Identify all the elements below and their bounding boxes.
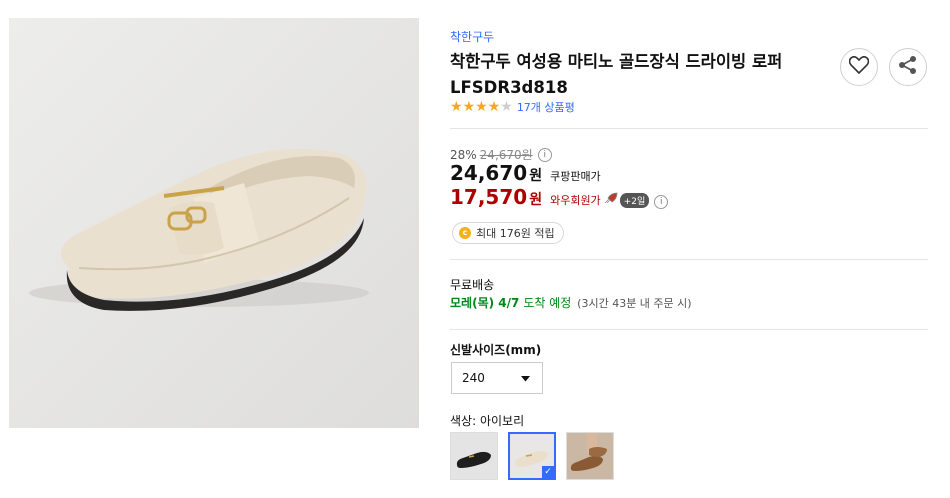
color-thumb-ivory[interactable]: ✓ <box>508 432 556 480</box>
sale-price: 24,670 <box>450 161 528 185</box>
reward-text: 최대 176원 적립 <box>476 227 555 240</box>
color-label: 색상: <box>450 414 477 428</box>
delivery-badge: +2일 <box>619 193 650 208</box>
star-icon: ★ <box>450 99 463 115</box>
size-option-title: 신발사이즈(mm) <box>450 343 542 357</box>
delivery-arrive: 도착 예정 <box>523 296 572 310</box>
size-select[interactable]: 240 <box>451 362 543 394</box>
review-count-link[interactable]: 17개 상품평 <box>517 99 575 115</box>
star-icon: ★ <box>500 99 513 115</box>
info-icon[interactable]: i <box>654 195 669 209</box>
shipping-row: 모레(목) 4/7 도착 예정 (3시간 43분 내 주문 시) <box>450 294 692 311</box>
share-button[interactable] <box>889 48 927 86</box>
heart-icon <box>848 55 870 78</box>
size-value: 240 <box>462 371 485 385</box>
shipping-title: 무료배송 <box>450 278 495 292</box>
star-icon: ★ <box>475 99 488 115</box>
wow-price: 17,570 <box>450 185 528 209</box>
divider <box>450 259 928 260</box>
sale-price-label: 쿠팡판매가 <box>550 170 601 183</box>
divider <box>450 329 928 330</box>
rating-row[interactable]: ★ ★ ★ ★ ★ 17개 상품평 <box>450 99 575 115</box>
reward-pill[interactable]: c 최대 176원 적립 <box>452 222 564 244</box>
star-icon: ★ <box>487 99 501 115</box>
color-thumb-brown[interactable] <box>566 432 614 480</box>
wow-price-row: 17,570 원 와우회원가 +2일 i <box>450 185 669 209</box>
product-main-image <box>9 18 419 428</box>
delivery-date: 모레(목) 4/7 <box>450 296 520 310</box>
wishlist-button[interactable] <box>840 48 878 86</box>
rocket-icon <box>604 189 618 208</box>
divider <box>450 128 928 129</box>
sale-price-row: 24,670 원 쿠팡판매가 <box>450 161 601 185</box>
brand-link[interactable]: 착한구두 <box>450 28 494 45</box>
dropdown-caret-icon <box>521 371 530 385</box>
color-option-row: 색상: 아이보리 <box>450 412 524 429</box>
wow-price-label: 와우회원가 <box>550 194 601 207</box>
color-thumb-black[interactable] <box>450 432 498 480</box>
sale-price-unit: 원 <box>529 168 543 184</box>
coin-icon: c <box>459 227 471 239</box>
selected-check-icon: ✓ <box>542 466 554 478</box>
share-icon <box>898 55 918 79</box>
delivery-note: (3시간 43분 내 주문 시) <box>577 297 692 310</box>
discount-rate: 28% <box>450 147 477 162</box>
star-icon: ★ <box>462 99 476 115</box>
black-loafer-thumb-image <box>451 433 497 479</box>
brown-loafer-thumb-image <box>567 433 613 479</box>
info-icon[interactable]: i <box>537 147 552 162</box>
wow-price-unit: 원 <box>529 192 543 208</box>
product-title: 착한구두 여성용 마티노 골드장식 드라이빙 로퍼 LFSDR3d818 <box>450 52 783 97</box>
color-value: 아이보리 <box>479 414 525 428</box>
